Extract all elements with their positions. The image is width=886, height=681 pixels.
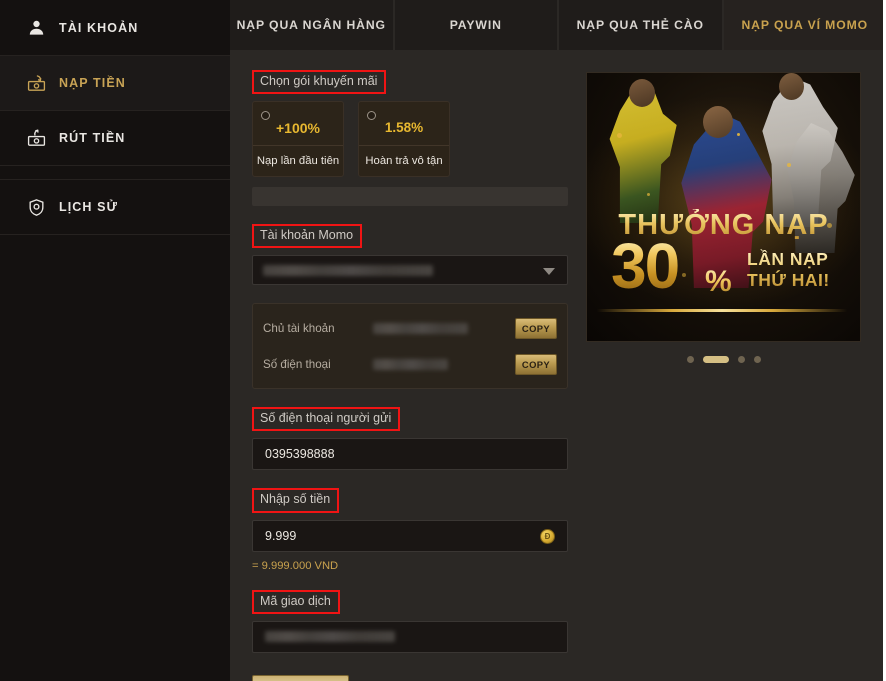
promo-desc: Nạp lần đầu tiên bbox=[256, 155, 340, 168]
momo-account-label: Tài khoản Momo bbox=[252, 224, 363, 249]
account-phone-value bbox=[373, 358, 515, 370]
banner-big-number: 30 bbox=[611, 230, 680, 302]
confirm-button[interactable]: XÁC NHẬN bbox=[252, 674, 349, 681]
player-head-1 bbox=[629, 79, 655, 107]
sidebar-item-label: NẠP TIỀN bbox=[59, 76, 126, 90]
banner-light-streak bbox=[597, 309, 847, 312]
deposit-banknote-icon bbox=[26, 73, 46, 93]
chevron-down-icon bbox=[543, 268, 555, 276]
withdraw-banknote-icon bbox=[26, 128, 46, 148]
promo-options: +100% Nạp lần đầu tiên 1.58% Hoàn trả vô… bbox=[252, 101, 568, 178]
tab-bank-transfer[interactable]: NẠP QUA NGÂN HÀNG bbox=[230, 0, 395, 50]
sidebar-item-deposit[interactable]: NẠP TIỀN bbox=[0, 56, 230, 111]
banner-subtext: LẦN NẠP THỨ HAI! bbox=[747, 249, 830, 292]
promo-option-first-deposit[interactable]: +100% Nạp lần đầu tiên bbox=[252, 101, 344, 178]
app-root: TÀI KHOẢN NẠP TIỀN RÚT TIỀN LỊCH SỬ NẠP … bbox=[0, 0, 886, 681]
sidebar-item-label: LỊCH SỬ bbox=[59, 200, 119, 214]
amount-input[interactable]: 9.999 Đ bbox=[252, 519, 568, 552]
tab-label: NẠP QUA THẺ CÀO bbox=[576, 18, 704, 32]
coin-icon: Đ bbox=[540, 528, 555, 544]
momo-account-value bbox=[263, 264, 433, 276]
promo-top: +100% bbox=[253, 102, 343, 147]
content-area: Chọn gói khuyến mãi +100% Nạp lần đầu ti… bbox=[230, 50, 886, 681]
deposit-method-tabs: NẠP QUA NGÂN HÀNG PAYWIN NẠP QUA THẺ CÀO… bbox=[230, 0, 886, 50]
carousel-dot-4[interactable] bbox=[753, 356, 761, 363]
tab-label: NẠP QUA NGÂN HÀNG bbox=[236, 18, 386, 32]
user-icon bbox=[26, 18, 46, 38]
sidebar: TÀI KHOẢN NẠP TIỀN RÚT TIỀN LỊCH SỬ bbox=[0, 0, 230, 681]
carousel-dot-3[interactable] bbox=[737, 356, 745, 363]
transaction-code-label: Mã giao dịch bbox=[252, 589, 340, 614]
momo-account-details: Chủ tài khoản COPY Số điện thoại COPY bbox=[252, 303, 568, 390]
tab-paywin[interactable]: PAYWIN bbox=[394, 0, 559, 50]
banner-percent-sign: % bbox=[705, 265, 732, 298]
banner-subtext-line2: THỨ HAI! bbox=[747, 270, 830, 291]
amount-value: 9.999 bbox=[265, 528, 297, 543]
promo-top: 1.58% bbox=[359, 102, 449, 147]
sender-phone-label: Số điện thoại người gửi bbox=[252, 407, 401, 432]
carousel-indicators bbox=[586, 356, 861, 363]
sidebar-item-history[interactable]: LỊCH SỬ bbox=[0, 180, 230, 235]
sender-phone-value: 0395398888 bbox=[265, 447, 335, 462]
sidebar-divider bbox=[0, 166, 230, 180]
transaction-code-input[interactable] bbox=[252, 620, 568, 653]
tab-label: NẠP QUA VÍ MOMO bbox=[741, 18, 869, 32]
tab-momo-wallet[interactable]: NẠP QUA VÍ MOMO bbox=[723, 0, 886, 50]
carousel-dot-1[interactable] bbox=[686, 356, 694, 363]
sidebar-item-account[interactable]: TÀI KHOẢN bbox=[0, 0, 230, 56]
main-panel: NẠP QUA NGÂN HÀNG PAYWIN NẠP QUA THẺ CÀO… bbox=[230, 0, 886, 681]
promo-value: +100% bbox=[276, 119, 320, 136]
promo-section-label: Chọn gói khuyến mãi bbox=[252, 70, 387, 95]
tab-scratch-card[interactable]: NẠP QUA THẺ CÀO bbox=[559, 0, 724, 50]
amount-label: Nhập số tiền bbox=[252, 488, 340, 513]
transaction-code-value bbox=[265, 631, 395, 643]
sender-phone-input[interactable]: 0395398888 bbox=[252, 438, 568, 471]
promo-option-rebate[interactable]: 1.58% Hoàn trả vô tận bbox=[358, 101, 450, 178]
account-phone-row: Số điện thoại COPY bbox=[263, 349, 557, 379]
account-owner-value bbox=[373, 322, 515, 334]
copy-owner-button[interactable]: COPY bbox=[515, 317, 557, 339]
promo-desc: Hoàn trả vô tận bbox=[365, 155, 443, 168]
amount-converted-note: = 9.999.000 VND bbox=[252, 559, 339, 572]
account-phone-label: Số điện thoại bbox=[263, 357, 331, 371]
account-owner-row: Chủ tài khoản COPY bbox=[263, 313, 557, 343]
account-owner-label: Chủ tài khoản bbox=[263, 321, 335, 335]
history-clock-icon bbox=[26, 197, 46, 217]
promo-placeholder-bar bbox=[252, 187, 568, 207]
player-head-3 bbox=[779, 73, 804, 100]
sidebar-item-withdraw[interactable]: RÚT TIỀN bbox=[0, 111, 230, 166]
banner-subtext-line1: LẦN NẠP bbox=[747, 249, 829, 269]
sidebar-item-label: TÀI KHOẢN bbox=[59, 20, 139, 35]
carousel-dot-2-active[interactable] bbox=[702, 356, 729, 363]
tab-label: PAYWIN bbox=[449, 18, 502, 32]
deposit-form: Chọn gói khuyến mãi +100% Nạp lần đầu ti… bbox=[248, 70, 568, 681]
promo-value: 1.58% bbox=[384, 120, 424, 136]
sidebar-item-label: RÚT TIỀN bbox=[59, 131, 126, 145]
promo-banner-image[interactable]: THƯỞNG NẠP 30 % LẦN NẠP THỨ HAI! bbox=[586, 72, 861, 342]
copy-phone-button[interactable]: COPY bbox=[515, 353, 557, 375]
player-head-2 bbox=[703, 106, 733, 138]
momo-account-select[interactable] bbox=[252, 255, 568, 286]
promo-banner-carousel: THƯỞNG NẠP 30 % LẦN NẠP THỨ HAI! bbox=[586, 70, 866, 681]
